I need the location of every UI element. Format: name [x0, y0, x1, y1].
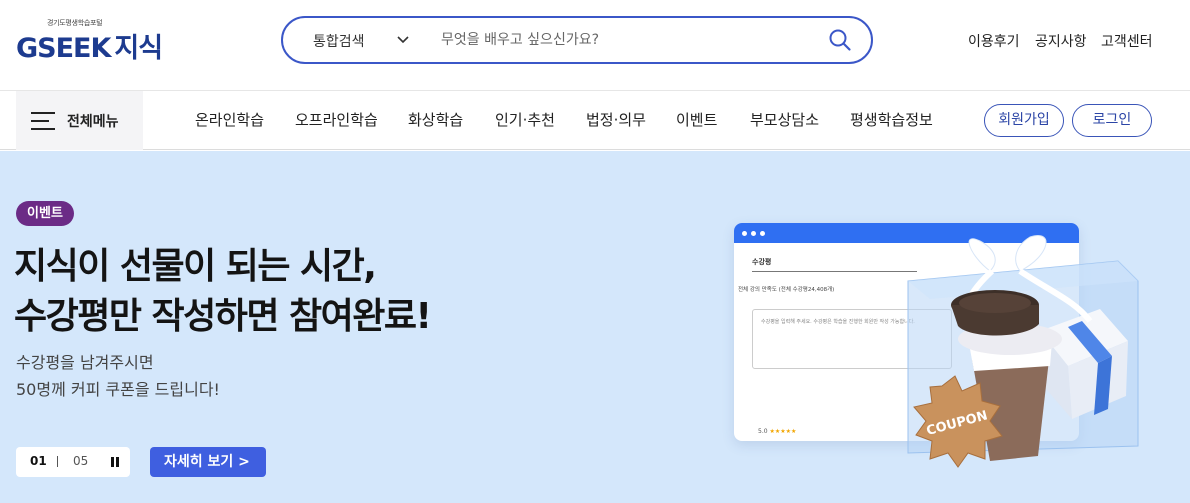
- logo-brand: GSEEK: [16, 33, 111, 64]
- all-menu-label: 전체메뉴: [67, 114, 119, 130]
- util-link-reviews[interactable]: 이용후기: [968, 31, 1020, 51]
- pager-divider: [57, 456, 58, 467]
- hamburger-icon: [31, 112, 55, 130]
- all-menu-button[interactable]: 전체메뉴: [16, 91, 143, 150]
- util-link-notice[interactable]: 공지사항: [1035, 31, 1087, 51]
- nav-item-popular[interactable]: 인기·추천: [495, 109, 555, 130]
- signup-button[interactable]: 회원가입: [984, 104, 1064, 137]
- search-type-select[interactable]: 통합검색: [313, 31, 365, 51]
- banner-sub-1: 수강평을 남겨주시면: [16, 353, 154, 372]
- nav-item-parents[interactable]: 부모상담소: [750, 109, 819, 130]
- gseek-logo[interactable]: 경기도평생학습포털 GSEEK 지식: [16, 18, 186, 65]
- util-link-support[interactable]: 고객센터: [1101, 31, 1153, 51]
- login-button[interactable]: 로그인: [1072, 104, 1152, 137]
- event-banner[interactable]: 이벤트 지식이 선물이 되는 시간, 수강평만 작성하면 참여완료! 수강평을 …: [0, 151, 1190, 503]
- banner-headline-1: 지식이 선물이 되는 시간,: [14, 246, 377, 287]
- nav-item-event[interactable]: 이벤트: [676, 109, 717, 130]
- window-title: 수강평: [752, 258, 772, 266]
- view-details-button[interactable]: 자세히 보기 >: [150, 447, 266, 477]
- coffee-gift-illustration: COUPON: [907, 235, 1139, 468]
- slide-pager: 01 05: [16, 447, 130, 477]
- chevron-down-icon[interactable]: [395, 31, 411, 47]
- pager-total: 05: [73, 454, 89, 468]
- nav-item-video[interactable]: 화상학습: [408, 109, 463, 130]
- pause-icon[interactable]: [111, 457, 119, 467]
- nav-item-online[interactable]: 온라인학습: [195, 109, 264, 130]
- search-icon[interactable]: [828, 28, 852, 52]
- nav-item-legal[interactable]: 법정·의무: [586, 109, 646, 130]
- score-stars: ★★★★★: [769, 428, 797, 435]
- review-placeholder: 수강평을 입력해 주세요. 수강평은 학습을 진행한 회원만 작성 가능합니다.: [761, 319, 915, 325]
- logo-wordmark: GSEEK 지식: [16, 26, 163, 65]
- pager-current: 01: [30, 454, 47, 468]
- event-badge: 이벤트: [16, 201, 74, 226]
- rating-summary: 전체 강의 만족도 (전체 수강평24,408개): [738, 287, 835, 293]
- logo-korean: 지식: [114, 33, 163, 64]
- score-value: 5.0: [758, 428, 768, 435]
- score-line: 5.0 ★★★★★: [758, 428, 796, 435]
- nav-item-info[interactable]: 평생학습정보: [850, 109, 933, 130]
- main-nav: 전체메뉴 온라인학습 오프라인학습 화상학습 인기·추천 법정·의무 이벤트 부…: [0, 90, 1190, 150]
- search-input[interactable]: [441, 27, 801, 53]
- site-header: 경기도평생학습포털 GSEEK지식 통합검색 이용후기 공지사항 고객센터: [0, 0, 1190, 90]
- banner-sub-2: 50명께 커피 쿠폰을 드립니다!: [16, 380, 220, 399]
- banner-headline-2: 수강평만 작성하면 참여완료!: [14, 296, 432, 337]
- search-bar: 통합검색: [281, 16, 873, 64]
- nav-item-offline[interactable]: 오프라인학습: [295, 109, 378, 130]
